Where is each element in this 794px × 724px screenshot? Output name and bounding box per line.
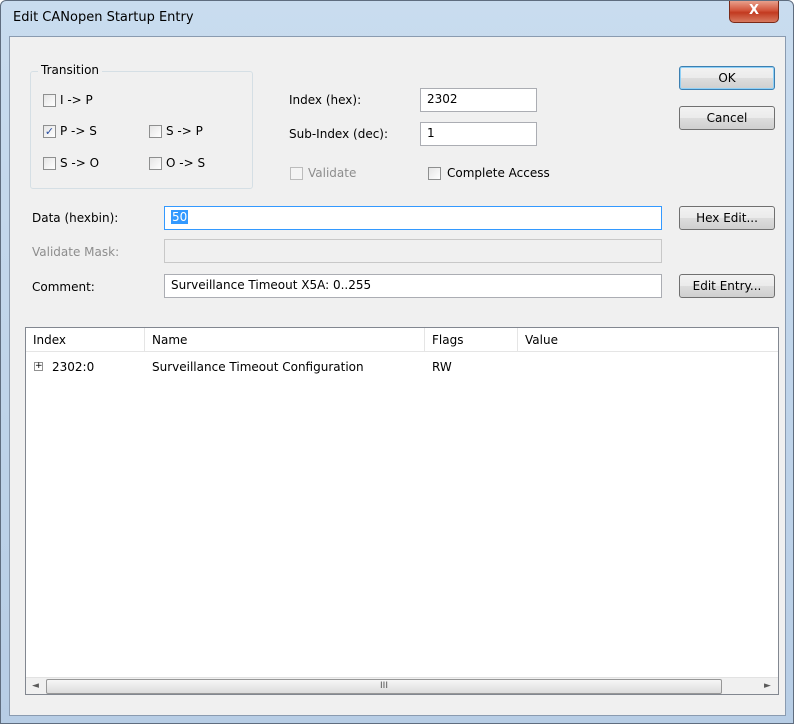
subindex-label: Sub-Index (dec): xyxy=(289,127,389,141)
checkbox-s-to-o[interactable] xyxy=(43,157,56,170)
checkbox-p-to-s-label: P -> S xyxy=(60,124,97,138)
entries-listview[interactable]: Index Name Flags Value + 2302:0 Surveill… xyxy=(25,327,779,695)
checkbox-s-to-o-label: S -> O xyxy=(60,156,100,170)
validate-checkbox[interactable] xyxy=(290,167,303,180)
validate-mask-input[interactable] xyxy=(164,239,662,263)
dialog-client-area: Transition I -> P ✓ P -> S S -> P S -> O… xyxy=(9,36,786,716)
checkbox-s-to-p[interactable] xyxy=(149,125,162,138)
checkbox-o-to-s[interactable] xyxy=(149,157,162,170)
checkbox-s-to-p-label: S -> P xyxy=(166,124,203,138)
subindex-input[interactable]: 1 xyxy=(420,122,537,146)
horizontal-scrollbar[interactable]: ◄ III ► xyxy=(26,677,778,694)
column-value[interactable]: Value xyxy=(518,328,778,352)
table-row[interactable]: + 2302:0 Surveillance Timeout Configurat… xyxy=(26,355,778,379)
comment-input[interactable]: Surveillance Timeout X5A: 0..255 xyxy=(164,274,662,298)
edit-entry-button[interactable]: Edit Entry... xyxy=(679,274,775,298)
column-flags[interactable]: Flags xyxy=(425,328,518,352)
index-label: Index (hex): xyxy=(289,93,362,107)
comment-label: Comment: xyxy=(32,280,95,294)
scroll-left-icon[interactable]: ◄ xyxy=(27,680,44,693)
close-button[interactable]: X xyxy=(729,1,779,23)
row-index: 2302:0 xyxy=(52,360,95,374)
data-input-value: 50 xyxy=(171,210,189,224)
column-name[interactable]: Name xyxy=(145,328,425,352)
dialog-window: Edit CANopen Startup Entry X Transition … xyxy=(0,0,794,724)
complete-access-checkbox[interactable] xyxy=(428,167,441,180)
title-bar[interactable]: Edit CANopen Startup Entry X xyxy=(1,1,793,35)
validate-label: Validate xyxy=(308,166,357,180)
cancel-button[interactable]: Cancel xyxy=(679,106,775,130)
validate-mask-label: Validate Mask: xyxy=(32,245,120,259)
index-input[interactable]: 2302 xyxy=(420,88,537,112)
checkbox-i-to-p[interactable] xyxy=(43,94,56,107)
listview-header: Index Name Flags Value xyxy=(26,328,778,352)
hex-edit-button[interactable]: Hex Edit... xyxy=(679,206,775,230)
window-title: Edit CANopen Startup Entry xyxy=(13,10,194,25)
expand-icon[interactable]: + xyxy=(34,362,43,371)
data-input[interactable]: 50 xyxy=(164,206,662,230)
checkbox-o-to-s-label: O -> S xyxy=(166,156,206,170)
scroll-right-icon[interactable]: ► xyxy=(759,680,776,693)
transition-group-label: Transition xyxy=(38,63,103,77)
check-icon: ✓ xyxy=(44,125,55,138)
row-flags: RW xyxy=(432,360,452,374)
complete-access-label: Complete Access xyxy=(447,166,550,180)
checkbox-p-to-s[interactable]: ✓ xyxy=(43,125,56,138)
scroll-thumb[interactable]: III xyxy=(46,679,722,694)
data-label: Data (hexbin): xyxy=(32,211,119,225)
column-index[interactable]: Index xyxy=(26,328,145,352)
row-name: Surveillance Timeout Configuration xyxy=(152,360,364,374)
ok-button[interactable]: OK xyxy=(679,66,775,90)
checkbox-i-to-p-label: I -> P xyxy=(60,93,93,107)
